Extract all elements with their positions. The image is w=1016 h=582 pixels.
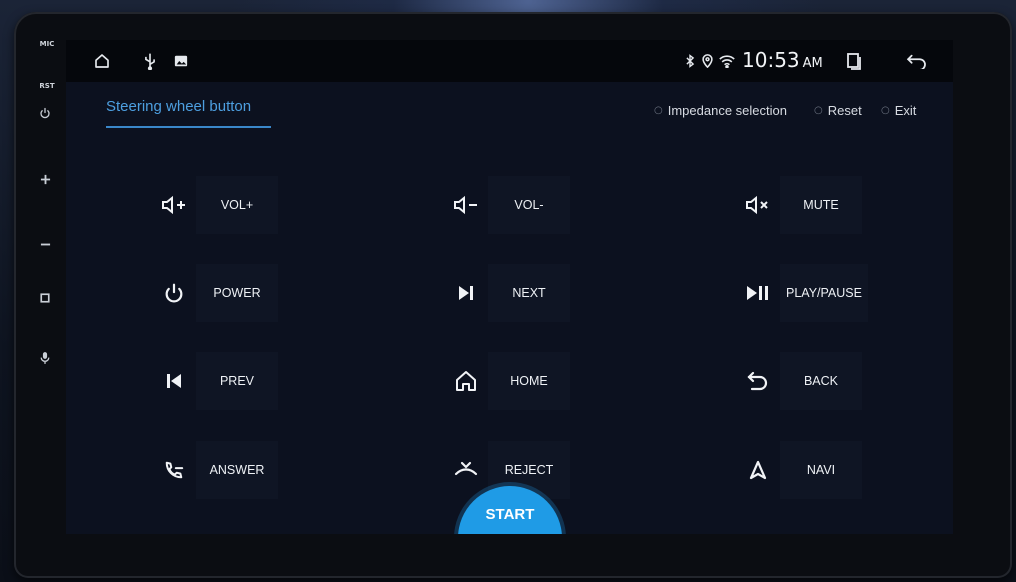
key-next[interactable]: NEXT — [444, 264, 570, 322]
impedance-radio-icon: ○ — [654, 105, 663, 116]
exit-label: Exit — [894, 103, 917, 118]
key-mute[interactable]: MUTE — [736, 176, 862, 234]
exit-button[interactable]: ○ Exit — [881, 103, 916, 118]
clock-ampm: AM — [802, 56, 823, 71]
title-underline — [106, 126, 271, 128]
exit-radio-icon: ○ — [881, 105, 890, 116]
key-label: HOME — [488, 352, 570, 410]
key-label: PLAY/PAUSE — [780, 264, 868, 322]
microphone-icon[interactable] — [36, 349, 54, 367]
bluetooth-icon — [685, 51, 695, 71]
key-label: MUTE — [780, 176, 862, 234]
wifi-icon — [719, 51, 735, 71]
key-label: POWER — [196, 264, 278, 322]
key-play-pause[interactable]: PLAY/PAUSE — [736, 264, 868, 322]
key-home[interactable]: HOME — [444, 352, 570, 410]
location-icon — [702, 51, 713, 71]
square-icon[interactable] — [36, 289, 54, 307]
reset-button[interactable]: ○ Reset — [814, 103, 862, 118]
key-label: NAVI — [780, 441, 862, 499]
mic-label: MIC — [39, 40, 55, 48]
key-vol-up[interactable]: VOL+ — [152, 176, 278, 234]
key-label: PREV — [196, 352, 278, 410]
recent-apps-icon[interactable] — [846, 51, 862, 71]
usb-icon — [143, 51, 157, 71]
plus-icon[interactable] — [36, 170, 54, 188]
status-bar: 10:53 AM — [66, 40, 953, 82]
power-icon — [152, 264, 196, 322]
key-label: ANSWER — [196, 441, 278, 499]
key-back[interactable]: BACK — [736, 352, 862, 410]
rst-label[interactable]: RST — [30, 82, 64, 90]
key-label: BACK — [780, 352, 862, 410]
previous-track-icon — [152, 352, 196, 410]
reset-label: Reset — [827, 103, 862, 118]
key-label: VOL+ — [196, 176, 278, 234]
volume-up-icon — [152, 176, 196, 234]
answer-call-icon — [152, 441, 196, 499]
key-power[interactable]: POWER — [152, 264, 278, 322]
screen: 10:53 AM Steering wheel button ○ Impedanc… — [66, 40, 953, 534]
key-prev[interactable]: PREV — [152, 352, 278, 410]
navigation-icon — [736, 441, 780, 499]
reject-call-icon — [444, 441, 488, 499]
back-arrow-icon — [736, 352, 780, 410]
key-answer[interactable]: ANSWER — [152, 441, 278, 499]
minus-icon[interactable] — [36, 235, 54, 253]
reset-radio-icon: ○ — [814, 105, 823, 116]
home-icon — [444, 352, 488, 410]
start-label: START — [485, 506, 535, 523]
back-icon[interactable] — [906, 51, 928, 71]
power-icon[interactable] — [36, 104, 54, 122]
key-label: VOL- — [488, 176, 570, 234]
clock-time: 10:53 — [742, 48, 800, 72]
home-icon[interactable] — [93, 51, 111, 71]
key-label: NEXT — [488, 264, 570, 322]
key-navi[interactable]: NAVI — [736, 441, 862, 499]
impedance-label: Impedance selection — [667, 103, 787, 118]
impedance-selection-button[interactable]: ○ Impedance selection — [654, 103, 787, 118]
key-vol-down[interactable]: VOL- — [444, 176, 570, 234]
status-clock: 10:53 AM — [742, 48, 823, 72]
play-pause-icon — [736, 264, 780, 322]
page-title[interactable]: Steering wheel button — [106, 98, 251, 115]
image-icon — [174, 51, 188, 71]
next-track-icon — [444, 264, 488, 322]
mute-icon — [736, 176, 780, 234]
volume-down-icon — [444, 176, 488, 234]
